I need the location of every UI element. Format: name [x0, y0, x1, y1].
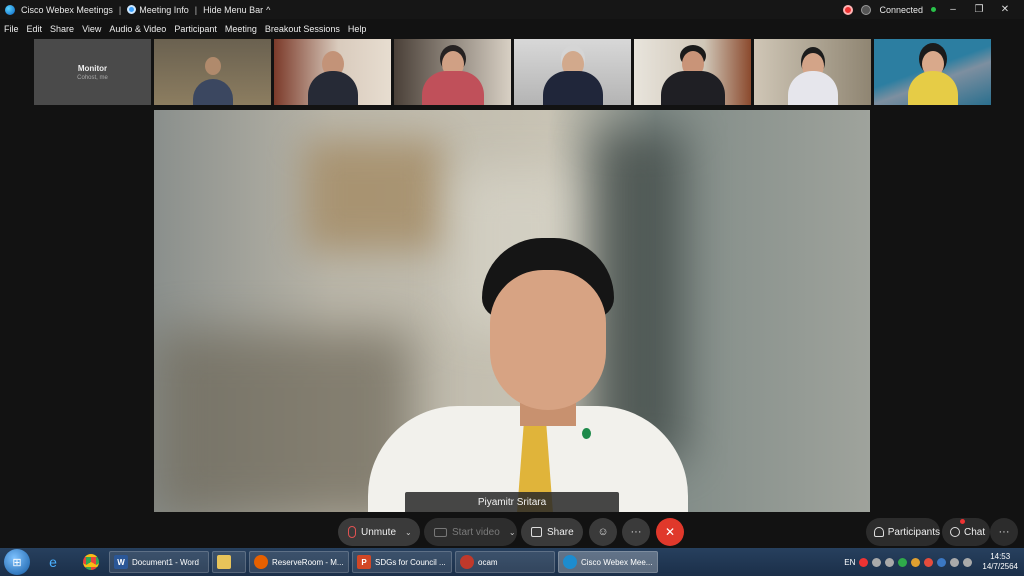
- webex-icon: [563, 555, 577, 569]
- taskbar-powerpoint[interactable]: P SDGs for Council ...: [352, 551, 452, 573]
- participant-thumbnail-strip: Monitor Cohost, me: [34, 39, 991, 105]
- participants-button[interactable]: Participants: [866, 518, 940, 546]
- share-icon: [531, 527, 542, 537]
- input-language[interactable]: EN: [844, 558, 855, 567]
- chrome-icon[interactable]: [76, 551, 106, 573]
- menu-edit[interactable]: Edit: [27, 24, 43, 34]
- menu-view[interactable]: View: [82, 24, 101, 34]
- person-icon: [874, 527, 884, 537]
- participant-thumbnail[interactable]: [154, 39, 271, 105]
- cloud-tray-icon[interactable]: [872, 557, 882, 567]
- flag-tray-icon[interactable]: [963, 557, 973, 567]
- clock-date: 14/7/2564: [982, 562, 1018, 571]
- network-tray-icon[interactable]: [885, 557, 895, 567]
- meeting-info-label: Meeting Info: [139, 4, 189, 15]
- menu-meeting[interactable]: Meeting: [225, 24, 257, 34]
- ellipsis-icon: ···: [630, 526, 642, 538]
- chevron-down-icon[interactable]: ⌄: [405, 528, 412, 537]
- word-icon: W: [114, 555, 128, 569]
- clock[interactable]: 14:53 14/7/2564: [982, 552, 1018, 572]
- recording-icon[interactable]: [843, 4, 854, 15]
- hide-menu-bar-button[interactable]: Hide Menu Bar ^: [203, 5, 270, 15]
- system-tray: EN 14:53 14/7/2564: [844, 548, 1024, 576]
- chat-label: Chat: [964, 526, 986, 538]
- more-options-button[interactable]: ···: [622, 518, 650, 546]
- clock-time: 14:53: [990, 552, 1011, 561]
- menu-help[interactable]: Help: [348, 24, 367, 34]
- chevron-down-icon[interactable]: ⌄: [509, 528, 516, 537]
- taskbar-word[interactable]: W Document1 - Word: [109, 551, 209, 573]
- thumbnail-role: Cohost, me: [77, 74, 108, 81]
- participant-thumbnail[interactable]: [754, 39, 871, 105]
- menu-file[interactable]: File: [4, 24, 19, 34]
- folder-icon: [217, 555, 231, 569]
- lapel-pin: [582, 428, 591, 439]
- alert-tray-icon[interactable]: [924, 557, 934, 567]
- menu-share[interactable]: Share: [50, 24, 74, 34]
- speaker-face: [490, 270, 606, 410]
- active-speaker-video[interactable]: Piyamitr Sritara: [154, 110, 870, 512]
- start-button[interactable]: ⊞: [4, 549, 30, 575]
- restore-button[interactable]: ❐: [970, 4, 988, 15]
- start-video-label: Start video: [452, 526, 500, 538]
- update-tray-icon[interactable]: [911, 557, 921, 567]
- ocam-icon: [460, 555, 474, 569]
- menu-participant[interactable]: Participant: [174, 24, 217, 34]
- firefox-icon: [254, 555, 268, 569]
- menu-audio-video[interactable]: Audio & Video: [109, 24, 166, 34]
- panel-options-button[interactable]: ···: [990, 518, 1018, 546]
- unmute-label: Unmute: [361, 526, 397, 538]
- close-icon: ✕: [664, 525, 676, 539]
- ellipsis-icon: ···: [998, 526, 1010, 538]
- windows-taskbar: ⊞ e W Document1 - Word ReserveRoom - M..…: [0, 548, 1024, 576]
- internet-explorer-icon[interactable]: e: [38, 551, 68, 573]
- microphone-muted-icon: [348, 526, 356, 538]
- taskbar-webex[interactable]: Cisco Webex Mee...: [558, 551, 658, 573]
- speaker-name-label: Piyamitr Sritara: [405, 492, 619, 512]
- shield-tray-icon[interactable]: [937, 557, 947, 567]
- share-label: Share: [547, 526, 574, 538]
- powerpoint-icon: P: [357, 555, 371, 569]
- participant-thumbnail[interactable]: [514, 39, 631, 105]
- chevron-up-icon: ^: [266, 4, 271, 15]
- leave-meeting-button[interactable]: ✕: [656, 518, 684, 546]
- connection-status: Connected: [879, 4, 923, 15]
- participant-thumbnail[interactable]: [274, 39, 391, 105]
- info-icon: [127, 5, 137, 14]
- smiley-icon: ☺: [597, 526, 609, 538]
- close-button[interactable]: ✕: [996, 4, 1014, 15]
- taskbar-ocam[interactable]: ocam: [455, 551, 555, 573]
- hide-menu-bar-label: Hide Menu Bar: [203, 4, 264, 15]
- participant-thumbnail[interactable]: [634, 39, 751, 105]
- camera-off-icon: [434, 527, 447, 537]
- participant-thumbnail[interactable]: [394, 39, 511, 105]
- menu-bar: File Edit Share View Audio & Video Parti…: [0, 21, 366, 36]
- share-button[interactable]: Share: [521, 518, 583, 546]
- taskbar-firefox[interactable]: ReserveRoom - M...: [249, 551, 349, 573]
- title-bar: Cisco Webex Meetings | Meeting Info | Hi…: [0, 0, 1024, 19]
- chat-notification-badge: [960, 519, 965, 524]
- thumbnail-name: Monitor: [77, 63, 108, 73]
- chat-icon: [950, 527, 960, 537]
- security-tray-icon[interactable]: [898, 557, 908, 567]
- chat-button[interactable]: Chat: [942, 518, 990, 546]
- minimize-button[interactable]: –: [944, 4, 962, 15]
- volume-tray-icon[interactable]: [950, 557, 960, 567]
- connected-indicator-icon: [931, 7, 936, 12]
- unmute-button[interactable]: Unmute ⌄: [338, 518, 420, 546]
- participant-thumbnail[interactable]: [874, 39, 991, 105]
- menu-breakout-sessions[interactable]: Breakout Sessions: [265, 24, 340, 34]
- reactions-button[interactable]: ☺: [589, 518, 617, 546]
- taskbar-explorer[interactable]: [212, 551, 246, 573]
- start-video-button[interactable]: Start video ⌄: [424, 518, 517, 546]
- ocam-tray-icon[interactable]: [859, 557, 869, 567]
- participant-thumbnail-monitor[interactable]: Monitor Cohost, me: [34, 39, 151, 105]
- lock-icon[interactable]: [861, 4, 872, 15]
- meeting-info-button[interactable]: Meeting Info: [127, 5, 189, 15]
- app-title: Cisco Webex Meetings: [21, 4, 113, 15]
- meeting-controls: Unmute ⌄ Start video ⌄ Share ☺ ··· ✕ Par…: [0, 518, 1024, 546]
- webex-logo-icon: [5, 4, 15, 15]
- participants-label: Participants: [887, 526, 940, 538]
